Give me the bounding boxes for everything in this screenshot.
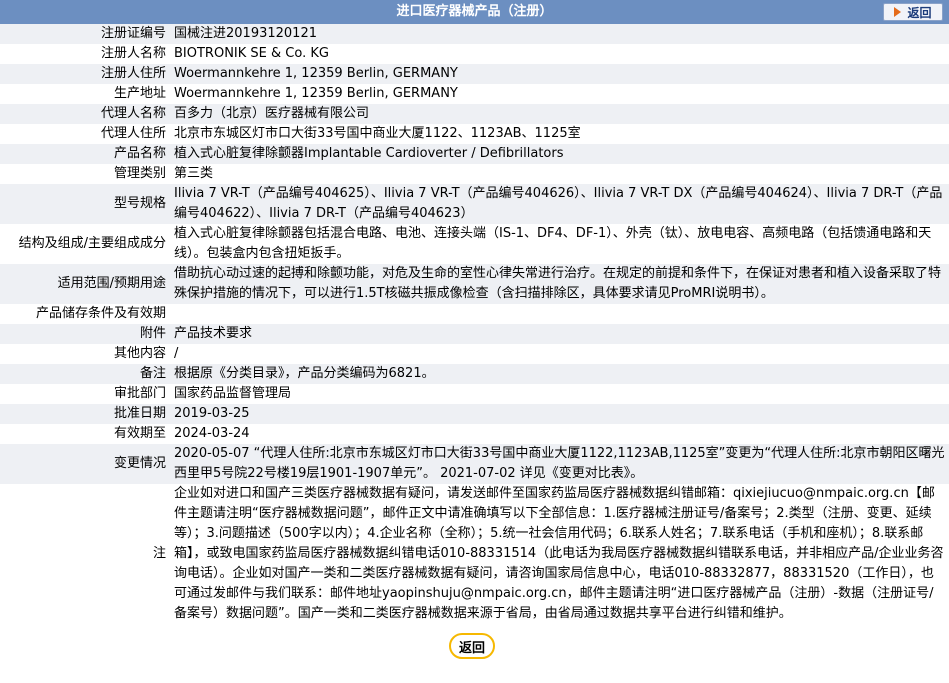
field-label: 备注 (0, 364, 170, 384)
field-value: 根据原《分类目录》，产品分类编码为6821。 (170, 364, 949, 384)
table-row: 生产地址 Woermannkehre 1, 12359 Berlin, GERMA… (0, 84, 949, 104)
table-row: 代理人名称 百多力（北京）医疗器械有限公司 (0, 104, 949, 124)
table-row: 注册证编号 国械注进20193120121 (0, 24, 949, 44)
header-bar: 进口医疗器械产品（注册） 返回 (0, 0, 949, 24)
field-label: 产品储存条件及有效期 (0, 304, 170, 324)
field-label: 变更情况 (0, 444, 170, 484)
table-row: 附件 产品技术要求 (0, 324, 949, 344)
field-label: 管理类别 (0, 164, 170, 184)
field-value: 国家药品监督管理局 (170, 384, 949, 404)
table-row: 有效期至 2024-03-24 (0, 424, 949, 444)
back-button-top[interactable]: 返回 (883, 3, 943, 21)
table-row: 审批部门 国家药品监督管理局 (0, 384, 949, 404)
table-row: 备注 根据原《分类目录》，产品分类编码为6821。 (0, 364, 949, 384)
table-row: 管理类别 第三类 (0, 164, 949, 184)
field-value: 植入式心脏复律除颤器包括混合电路、电池、连接头端（IS-1、DF4、DF-1）、… (170, 224, 949, 264)
field-value: 企业如对进口和国产三类医疗器械数据有疑问，请发送邮件至国家药监局医疗器械数据纠错… (170, 484, 949, 624)
field-value: 第三类 (170, 164, 949, 184)
table-row: 产品储存条件及有效期 (0, 304, 949, 324)
table-row: 注册人名称 BIOTRONIK SE & Co. KG (0, 44, 949, 64)
detail-table: 注册证编号 国械注进20193120121 注册人名称 BIOTRONIK SE & … (0, 24, 949, 624)
field-value: 植入式心脏复律除颤器Implantable Cardioverter / Def… (170, 144, 949, 164)
field-label: 结构及组成/主要组成成分 (0, 224, 170, 264)
field-value: 国械注进20193120121 (170, 24, 949, 44)
field-value: 百多力（北京）医疗器械有限公司 (170, 104, 949, 124)
field-value: Ilivia 7 VR-T（产品编号404625）、Ilivia 7 VR-T（… (170, 184, 949, 224)
field-label: 注册人名称 (0, 44, 170, 64)
back-button-label: 返回 (907, 5, 932, 20)
arrow-right-icon (894, 7, 902, 17)
field-label: 审批部门 (0, 384, 170, 404)
page-title: 进口医疗器械产品（注册） (396, 4, 553, 19)
field-value: BIOTRONIK SE & Co. KG (170, 44, 949, 64)
table-row: 其他内容 / (0, 344, 949, 364)
table-row: 型号规格 Ilivia 7 VR-T（产品编号404625）、Ilivia 7 V… (0, 184, 949, 224)
field-value: / (170, 344, 949, 364)
field-label: 型号规格 (0, 184, 170, 224)
table-row: 代理人住所 北京市东城区灯市口大街33号国中商业大厦1122、1123AB、112… (0, 124, 949, 144)
table-row: 注企业如对进口和国产三类医疗器械数据有疑问，请发送邮件至国家药监局医疗器械数据纠… (0, 484, 949, 624)
field-label: 注册证编号 (0, 24, 170, 44)
field-value (170, 304, 949, 324)
field-value: 北京市东城区灯市口大街33号国中商业大厦1122、1123AB、1125室 (170, 124, 949, 144)
field-label: 其他内容 (0, 344, 170, 364)
back-button-label: 返回 (458, 640, 485, 656)
back-button-bottom[interactable]: 返回 (449, 633, 495, 659)
field-label: 产品名称 (0, 144, 170, 164)
footer: 返回 (0, 624, 949, 660)
field-value: 借助抗心动过速的起搏和除颤功能，对危及生命的室性心律失常进行治疗。在规定的前提和… (170, 264, 949, 304)
table-row: 变更情况 2020-05-07 “代理人住所:北京市东城区灯市口大街33号国中商业… (0, 444, 949, 484)
field-value: Woermannkehre 1, 12359 Berlin, GERMANY (170, 64, 949, 84)
table-row: 批准日期 2019-03-25 (0, 404, 949, 424)
table-row: 注册人住所 Woermannkehre 1, 12359 Berlin, GERM… (0, 64, 949, 84)
field-label: 批准日期 (0, 404, 170, 424)
table-row: 产品名称 植入式心脏复律除颤器Implantable Cardioverter /… (0, 144, 949, 164)
field-label: 注册人住所 (0, 64, 170, 84)
field-value: 2020-05-07 “代理人住所:北京市东城区灯市口大街33号国中商业大厦11… (170, 444, 949, 484)
field-label: 生产地址 (0, 84, 170, 104)
field-value: Woermannkehre 1, 12359 Berlin, GERMANY (170, 84, 949, 104)
field-label: 代理人住所 (0, 124, 170, 144)
field-label: 有效期至 (0, 424, 170, 444)
field-value: 产品技术要求 (170, 324, 949, 344)
field-value: 2024-03-24 (170, 424, 949, 444)
field-label: 附件 (0, 324, 170, 344)
field-label: 代理人名称 (0, 104, 170, 124)
table-row: 结构及组成/主要组成成分 植入式心脏复律除颤器包括混合电路、电池、连接头端（IS-… (0, 224, 949, 264)
field-value: 2019-03-25 (170, 404, 949, 424)
field-label: 适用范围/预期用途 (0, 264, 170, 304)
field-label: 注 (0, 484, 170, 624)
table-row: 适用范围/预期用途 借助抗心动过速的起搏和除颤功能，对危及生命的室性心律失常进行治… (0, 264, 949, 304)
